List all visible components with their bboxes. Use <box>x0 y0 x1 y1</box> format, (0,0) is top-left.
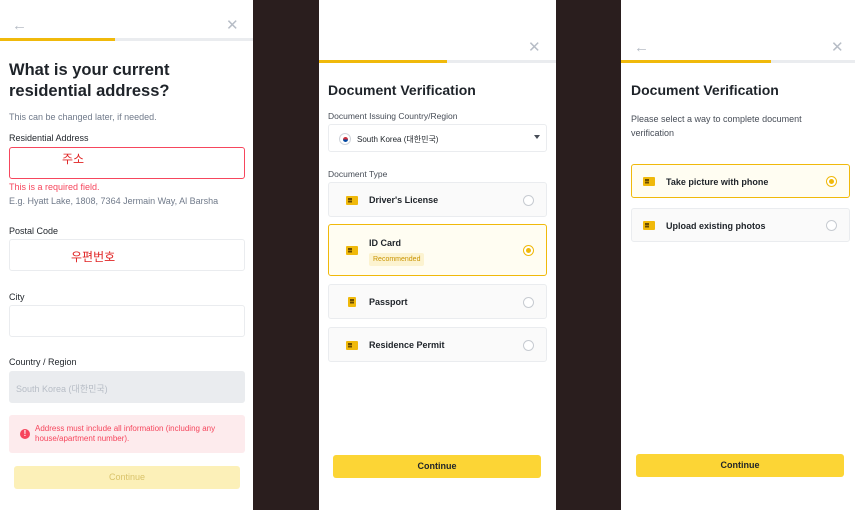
option-label: Upload existing photos <box>666 221 766 231</box>
error-icon: ! <box>20 429 30 439</box>
page-title: Document Verification <box>328 82 476 98</box>
option-id-card[interactable]: ID Card Recommended <box>328 224 547 276</box>
close-icon[interactable]: ✕ <box>831 40 844 55</box>
close-icon[interactable]: ✕ <box>528 40 541 55</box>
back-arrow-icon[interactable]: ← <box>634 40 649 55</box>
address-hint: E.g. Hyatt Lake, 1808, 7364 Jermain Way,… <box>9 196 219 206</box>
passport-icon <box>348 297 356 307</box>
option-upload-photos[interactable]: Upload existing photos <box>631 208 850 242</box>
postal-code-label: Postal Code <box>9 226 59 236</box>
verification-method-panel: ← ✕ Document Verification Please select … <box>621 0 855 510</box>
address-alert: ! Address must include all information (… <box>9 415 245 453</box>
residence-permit-icon <box>346 341 358 350</box>
option-label: Take picture with phone <box>666 177 769 187</box>
page-subtitle: This can be changed later, if needed. <box>9 112 157 122</box>
residential-address-input[interactable]: 주소 <box>9 147 245 179</box>
residential-address-value: 주소 <box>62 152 85 166</box>
address-error-message: This is a required field. <box>9 182 100 192</box>
upload-icon <box>643 221 655 230</box>
address-form-panel: ← ✕ What is your current residential add… <box>0 0 253 510</box>
option-residence-permit[interactable]: Residence Permit <box>328 327 547 362</box>
option-drivers-license[interactable]: Driver's License <box>328 182 547 217</box>
continue-button-disabled[interactable]: Continue <box>14 466 240 489</box>
continue-button[interactable]: Continue <box>636 454 844 477</box>
city-label: City <box>9 292 25 302</box>
document-type-label: Document Type <box>328 169 388 179</box>
progress-bar <box>0 38 253 41</box>
issuing-country-select[interactable]: South Korea (대한민국) <box>328 124 547 152</box>
south-korea-flag-icon <box>339 133 351 145</box>
document-type-panel: ✕ Document Verification Document Issuing… <box>319 0 556 510</box>
chevron-down-icon <box>534 135 540 139</box>
radio-button-selected[interactable] <box>523 245 534 256</box>
progress-fill <box>0 38 115 41</box>
issuing-country-value: South Korea (대한민국) <box>357 135 439 144</box>
country-region-value: South Korea (대한민국) <box>16 384 108 394</box>
option-label: ID Card <box>369 238 402 248</box>
close-icon[interactable]: ✕ <box>226 18 239 33</box>
postal-code-value: 우편번호 <box>71 250 116 264</box>
postal-code-input[interactable]: 우편번호 <box>9 239 245 271</box>
radio-button-selected[interactable] <box>826 176 837 187</box>
page-title: Document Verification <box>631 82 779 98</box>
option-label: Driver's License <box>369 195 439 205</box>
country-region-label: Country / Region <box>9 357 77 367</box>
radio-button[interactable] <box>523 297 534 308</box>
radio-button[interactable] <box>826 220 837 231</box>
country-region-field: South Korea (대한민국) <box>9 371 245 403</box>
option-take-picture[interactable]: Take picture with phone <box>631 164 850 198</box>
option-passport[interactable]: Passport <box>328 284 547 319</box>
residential-address-label: Residential Address <box>9 133 89 143</box>
recommended-badge: Recommended <box>369 253 425 266</box>
page-title: What is your current residential address… <box>9 61 170 100</box>
city-input[interactable] <box>9 305 245 337</box>
camera-icon <box>643 177 655 186</box>
id-card-icon <box>346 246 358 255</box>
progress-bar <box>319 60 556 63</box>
back-arrow-icon[interactable]: ← <box>12 18 27 33</box>
drivers-license-icon <box>346 196 358 205</box>
radio-button[interactable] <box>523 340 534 351</box>
progress-fill <box>621 60 771 63</box>
page-description: Please select a way to complete document… <box>631 114 802 138</box>
progress-fill <box>319 60 447 63</box>
option-label: Residence Permit <box>369 340 445 350</box>
progress-bar <box>621 60 855 63</box>
issuing-country-label: Document Issuing Country/Region <box>328 111 458 121</box>
option-label: Passport <box>369 297 408 307</box>
radio-button[interactable] <box>523 195 534 206</box>
continue-button[interactable]: Continue <box>333 455 541 478</box>
address-alert-text: Address must include all information (in… <box>35 424 216 443</box>
